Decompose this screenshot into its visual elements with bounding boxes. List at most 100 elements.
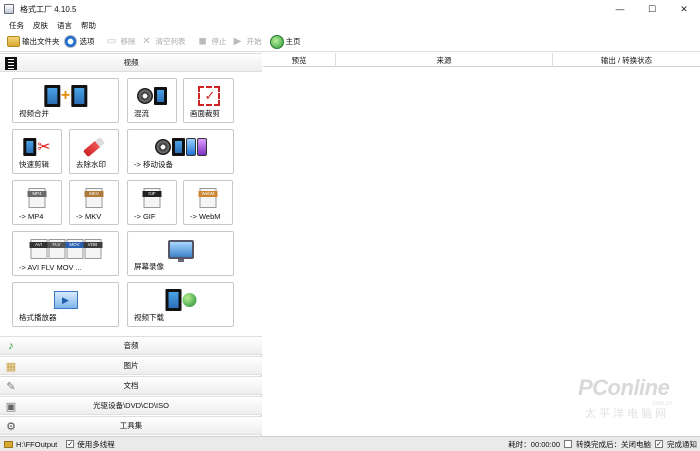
tile-label: -> MP4 xyxy=(19,212,44,221)
mp4-file-icon: MP4 xyxy=(27,186,47,210)
tile-mkv[interactable]: MKV -> MKV xyxy=(69,180,119,225)
multithread-label: 使用多线程 xyxy=(77,439,115,449)
tile-label: -> MKV xyxy=(76,212,102,221)
picture-icon: ▦ xyxy=(5,360,17,373)
video-icon xyxy=(4,56,18,70)
tile-label: 视频下载 xyxy=(134,313,164,322)
output-folder-label: 输出文件夹 xyxy=(22,37,60,46)
menu-bar: 任务 皮肤 语言 帮助 xyxy=(0,18,700,32)
download-icon xyxy=(165,288,196,312)
menu-help[interactable]: 帮助 xyxy=(81,20,96,31)
tile-label: -> AVI FLV MOV ... xyxy=(19,263,82,272)
options-label: 选项 xyxy=(79,37,95,46)
maximize-button[interactable]: ☐ xyxy=(636,0,668,18)
mkv-file-icon: MKV xyxy=(84,186,104,210)
watermark-logo: PConline xyxy=(578,375,670,400)
category-document[interactable]: ✎ 文档 xyxy=(0,376,262,395)
remove-icon: ▭ xyxy=(106,36,117,47)
eraser-icon xyxy=(83,135,105,159)
remove-label: 移除 xyxy=(120,37,136,46)
tile-label: -> WebM xyxy=(190,212,221,221)
notify-checkbox[interactable]: ✓ xyxy=(655,440,663,448)
crop-icon xyxy=(197,84,220,108)
merge-icon: + xyxy=(43,84,88,108)
tile-label: 画面裁剪 xyxy=(190,109,220,118)
home-button[interactable]: 主页 xyxy=(269,33,301,51)
tile-label: 去除水印 xyxy=(76,160,106,169)
mov-tag: MOV xyxy=(65,242,84,248)
column-output-status[interactable]: 输出 / 转换状态 xyxy=(553,53,700,67)
remove-button[interactable]: ▭ 移除 xyxy=(105,33,136,51)
clear-list-label: 清空列表 xyxy=(155,37,186,46)
category-tools-label: 工具集 xyxy=(119,421,143,430)
home-label: 主页 xyxy=(285,37,301,46)
tile-gif[interactable]: GIF -> GIF xyxy=(127,180,177,225)
close-button[interactable]: ✕ xyxy=(668,0,700,18)
category-audio[interactable]: ♪ 音频 xyxy=(0,336,262,355)
task-list-panel: 预览 来源 输出 / 转换状态 PConline 太平洋电脑网 .com.cn xyxy=(263,53,700,436)
mkv-tag: MKV xyxy=(84,191,104,197)
minimize-button[interactable]: — xyxy=(604,0,636,18)
webm-tag: WebM xyxy=(198,191,218,197)
column-preview[interactable]: 预览 xyxy=(263,53,336,67)
stop-button[interactable]: ◼ 停止 xyxy=(196,33,226,51)
flv-tag: FLV xyxy=(47,242,66,248)
start-label: 开始 xyxy=(246,37,262,46)
tile-video-merge[interactable]: + 视频合并 xyxy=(12,78,119,123)
menu-skin[interactable]: 皮肤 xyxy=(33,20,48,31)
document-icon: ✎ xyxy=(6,380,16,393)
start-icon: ▶ xyxy=(233,36,242,47)
tile-avi-flv-mov[interactable]: AVI FLV MOV VOB -> AVI FLV MOV ... xyxy=(12,231,119,276)
after-convert-checkbox[interactable] xyxy=(564,440,572,448)
category-tools[interactable]: ⚙ 工具集 xyxy=(0,416,262,435)
category-video[interactable]: 视频 xyxy=(0,53,262,72)
gif-file-icon: GIF xyxy=(142,186,162,210)
multithread-checkbox[interactable]: ✓ xyxy=(66,440,75,448)
options-button[interactable]: 选项 xyxy=(64,33,95,51)
output-path[interactable]: H:\FFOutput xyxy=(16,440,57,449)
category-video-label: 视频 xyxy=(123,58,139,67)
vob-tag: VOB xyxy=(83,242,102,248)
tile-mobile-device[interactable]: -> 移动设备 xyxy=(127,129,234,174)
category-image[interactable]: ▦ 图片 xyxy=(0,356,262,375)
after-convert-label: 转换完成后：关闭电脑 xyxy=(576,439,651,449)
scissors-icon: ✂ xyxy=(23,135,51,159)
window-title: 格式工厂 4.10.5 xyxy=(20,4,77,14)
tile-crop[interactable]: 画面裁剪 xyxy=(183,78,234,123)
tile-format-player[interactable]: ▶ 格式播放器 xyxy=(12,282,119,327)
monitor-icon xyxy=(167,237,194,262)
tile-label: 快速剪辑 xyxy=(19,160,49,169)
category-document-label: 文档 xyxy=(123,381,139,390)
tile-label: -> GIF xyxy=(134,212,156,221)
menu-task[interactable]: 任务 xyxy=(9,20,24,31)
app-icon xyxy=(4,4,14,14)
disc-drive-icon: ▣ xyxy=(5,400,17,413)
clear-list-button[interactable]: ✕ 清空列表 xyxy=(140,33,186,51)
tile-label: -> 移动设备 xyxy=(134,160,173,169)
mobile-device-icon xyxy=(154,135,207,159)
category-rom-device[interactable]: ▣ 光驱设备\DVD\CD\ISO xyxy=(0,396,262,415)
watermark-url: .com.cn xyxy=(651,401,673,407)
avi-tag: AVI xyxy=(29,242,48,248)
webm-file-icon: WebM xyxy=(198,186,218,210)
category-rom-label: 光驱设备\DVD\CD\ISO xyxy=(93,401,169,410)
start-button[interactable]: ▶ 开始 xyxy=(231,33,262,51)
video-tools-grid: + 视频合并 混流 画面裁剪 ✂ 快速剪辑 去除水印 -> 移动设备 MP4 -… xyxy=(0,72,262,337)
tile-webm[interactable]: WebM -> WebM xyxy=(183,180,233,225)
column-source[interactable]: 来源 xyxy=(336,53,553,67)
menu-language[interactable]: 语言 xyxy=(57,20,72,31)
clear-icon: ✕ xyxy=(142,36,151,47)
stop-icon: ◼ xyxy=(198,36,207,47)
elapsed-time: 耗时：00:00:00 xyxy=(508,439,560,449)
tile-quick-clip[interactable]: ✂ 快速剪辑 xyxy=(12,129,62,174)
watermark-subtitle: 太平洋电脑网 xyxy=(585,408,669,420)
output-folder-button[interactable]: 输出文件夹 xyxy=(6,33,60,51)
tile-label: 视频合并 xyxy=(19,109,49,118)
tile-screen-record[interactable]: 屏幕录像 xyxy=(127,231,234,276)
tile-label: 屏幕录像 xyxy=(134,262,164,271)
tile-mp4[interactable]: MP4 -> MP4 xyxy=(12,180,62,225)
tile-video-download[interactable]: 视频下载 xyxy=(127,282,234,327)
toolbar: 输出文件夹 选项 ▭ 移除 ✕ 清空列表 ◼ 停止 ▶ 开始 主页 xyxy=(0,32,700,52)
tile-remove-watermark[interactable]: 去除水印 xyxy=(69,129,119,174)
tile-mux[interactable]: 混流 xyxy=(127,78,177,123)
